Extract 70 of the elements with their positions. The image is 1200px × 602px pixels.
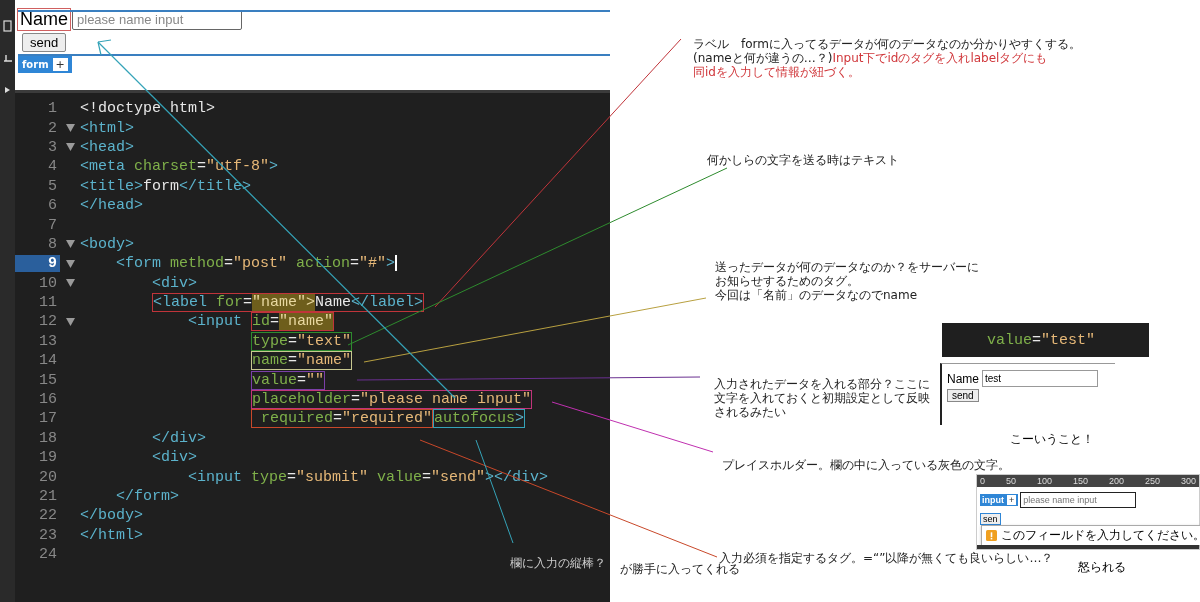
tooltip-text: このフィールドを入力してください。 (1001, 528, 1200, 543)
line-number: 4 (47, 158, 58, 176)
ruler: 0 50 100 150 200 250 300 (977, 475, 1199, 487)
code-line: <!doctype html> (80, 100, 216, 118)
code-line: </html> (80, 526, 143, 544)
annotation-text: プレイスホルダー。欄の中に入っている灰色の文字。 (722, 458, 1010, 472)
line-number: 1 (47, 100, 58, 118)
line-number: 14 (38, 352, 58, 370)
line-number: 18 (38, 429, 58, 447)
line-number: 16 (38, 391, 58, 409)
line-number: 8 (47, 235, 58, 253)
line-number: 15 (38, 371, 58, 389)
fold-arrow-icon[interactable] (65, 143, 75, 152)
line-number: 3 (47, 138, 58, 156)
code-line: </div> (152, 429, 206, 447)
element-tag-badge[interactable]: input + (980, 494, 1019, 506)
add-button[interactable]: + (1007, 495, 1017, 505)
line-number: 23 (38, 526, 58, 544)
send-button[interactable]: send (947, 389, 979, 402)
code-line: <body> (80, 235, 134, 253)
line-number: 10 (38, 274, 58, 292)
fold-arrow-icon[interactable] (65, 279, 75, 288)
fold-arrow-icon[interactable] (65, 318, 75, 326)
line-number: 7 (47, 216, 58, 234)
line-number: 24 (38, 546, 58, 564)
send-button[interactable]: sen (980, 513, 1001, 525)
send-button[interactable]: send (22, 33, 67, 52)
fold-arrow-icon[interactable] (65, 259, 75, 268)
name-label: Name (947, 371, 979, 386)
line-number: 12 (38, 313, 58, 331)
line-number: 19 (38, 449, 58, 467)
line-number: 22 (38, 507, 58, 525)
caption: こーいうこと！ (1010, 431, 1094, 448)
annotation-text: 入力必須を指定するタグ。=“”以降が無くても良いらしい…？ (719, 551, 1054, 565)
fold-arrow-icon[interactable] (65, 124, 75, 133)
line-number: 21 (38, 488, 58, 505)
code-line: <div> (152, 449, 197, 467)
add-button[interactable]: + (52, 58, 68, 71)
code-line: <input id="name" (188, 313, 335, 331)
line-number: 13 (38, 332, 58, 350)
line-number: 6 (47, 197, 58, 215)
code-line: required="required"autofocus> (251, 410, 526, 428)
name-input-field[interactable]: please name input (72, 9, 242, 30)
line-number: 20 (38, 468, 58, 486)
annotation-text: 送ったデータが何のデータなのか？をサーバーに お知らせするためのタグ。 今回は「名前」のデータなのでname (715, 260, 979, 302)
document-icon[interactable] (2, 20, 13, 32)
code-snippet: value="test" (942, 323, 1149, 357)
code-line: <head> (80, 138, 134, 156)
code-line: <div> (152, 274, 197, 292)
name-input-field[interactable]: test (982, 370, 1098, 387)
fold-arrow-icon[interactable] (65, 240, 75, 249)
name-input-field[interactable]: please name input (1020, 492, 1137, 508)
line-number: 17 (38, 410, 58, 428)
element-tag-badge[interactable]: form + (18, 56, 72, 73)
line-icon[interactable] (2, 52, 13, 64)
code-line: </form> (116, 488, 179, 505)
line-number: 2 (47, 119, 58, 137)
annotation-text: 何かしらの文字を送る時はテキスト (707, 153, 899, 167)
line-number: 5 (47, 177, 58, 195)
name-label: Name (18, 9, 70, 30)
warning-icon (986, 530, 997, 541)
annotation-text: 入力されたデータを入れる部分？ここに 文字を入れておくと初期設定として反映 されるみたい (714, 377, 930, 419)
code-line: </body> (80, 507, 143, 525)
code-line: </head> (80, 197, 143, 215)
code-line: <html> (80, 119, 134, 137)
line-number: 11 (38, 294, 58, 312)
annotation-text: ラベル formに入ってるデータが何のデータなのか分かりやすくする。 (nameと何が違うの…？)Input下でidのタグを入れlabelタグにも 同idを入力して情報が紐づく。 (693, 37, 1081, 79)
line-number: 9 (15, 255, 60, 273)
annotation-text: 欄に入力の縦棒？ (510, 555, 606, 572)
caption: 怒られる (1078, 559, 1126, 576)
